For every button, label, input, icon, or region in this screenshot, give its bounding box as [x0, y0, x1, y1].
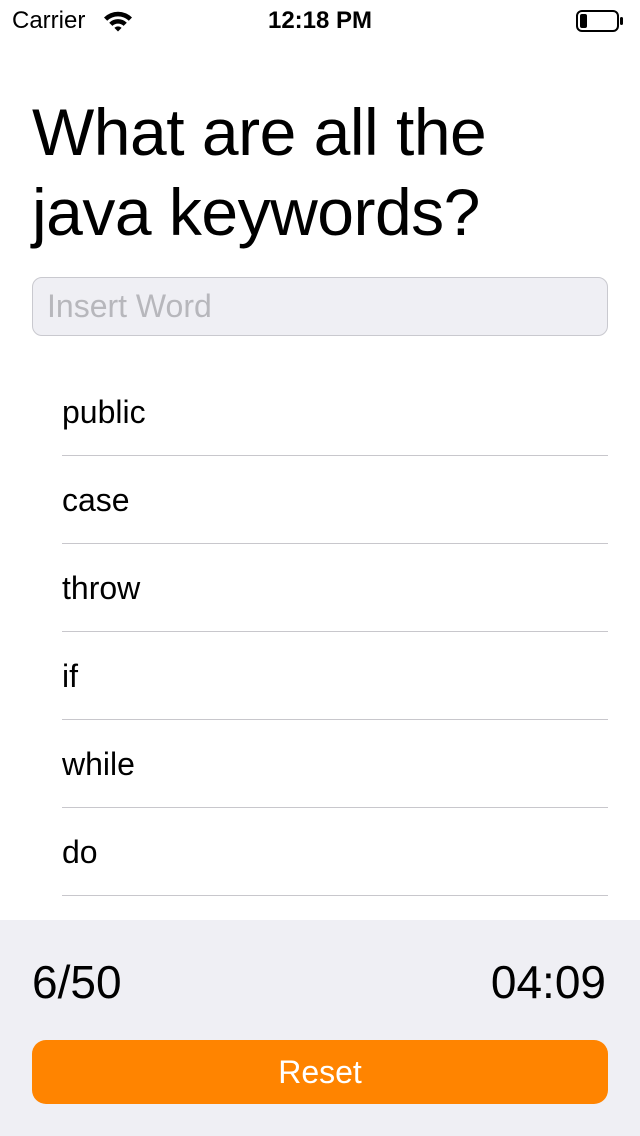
word-list-item: throw [0, 544, 640, 632]
word-list-item: if [0, 632, 640, 720]
word-label: do [62, 834, 98, 870]
status-time: 12:18 PM [267, 7, 373, 34]
insert-word-input[interactable] [32, 277, 608, 336]
word-label: public [62, 394, 146, 430]
word-label: case [62, 482, 130, 518]
word-label: while [62, 746, 135, 782]
status-bar: Carrier 12:18 PM [0, 0, 640, 40]
row-separator [62, 895, 608, 896]
word-label: throw [62, 570, 141, 606]
word-list-item: case [0, 456, 640, 544]
word-label: if [62, 658, 78, 694]
word-list[interactable]: public case throw if while do [0, 368, 640, 896]
word-list-item: while [0, 720, 640, 808]
reset-button[interactable]: Reset [32, 1040, 608, 1104]
word-list-item: public [0, 368, 640, 456]
battery-icon [576, 10, 624, 32]
countdown-timer: 04:09 [490, 956, 606, 1008]
footer-panel: 6/50 04:09 Reset [0, 920, 640, 1136]
score-counter: 6/50 [32, 956, 122, 1008]
word-list-item: do [0, 808, 640, 896]
question-title: What are all the java keywords? [32, 95, 487, 249]
